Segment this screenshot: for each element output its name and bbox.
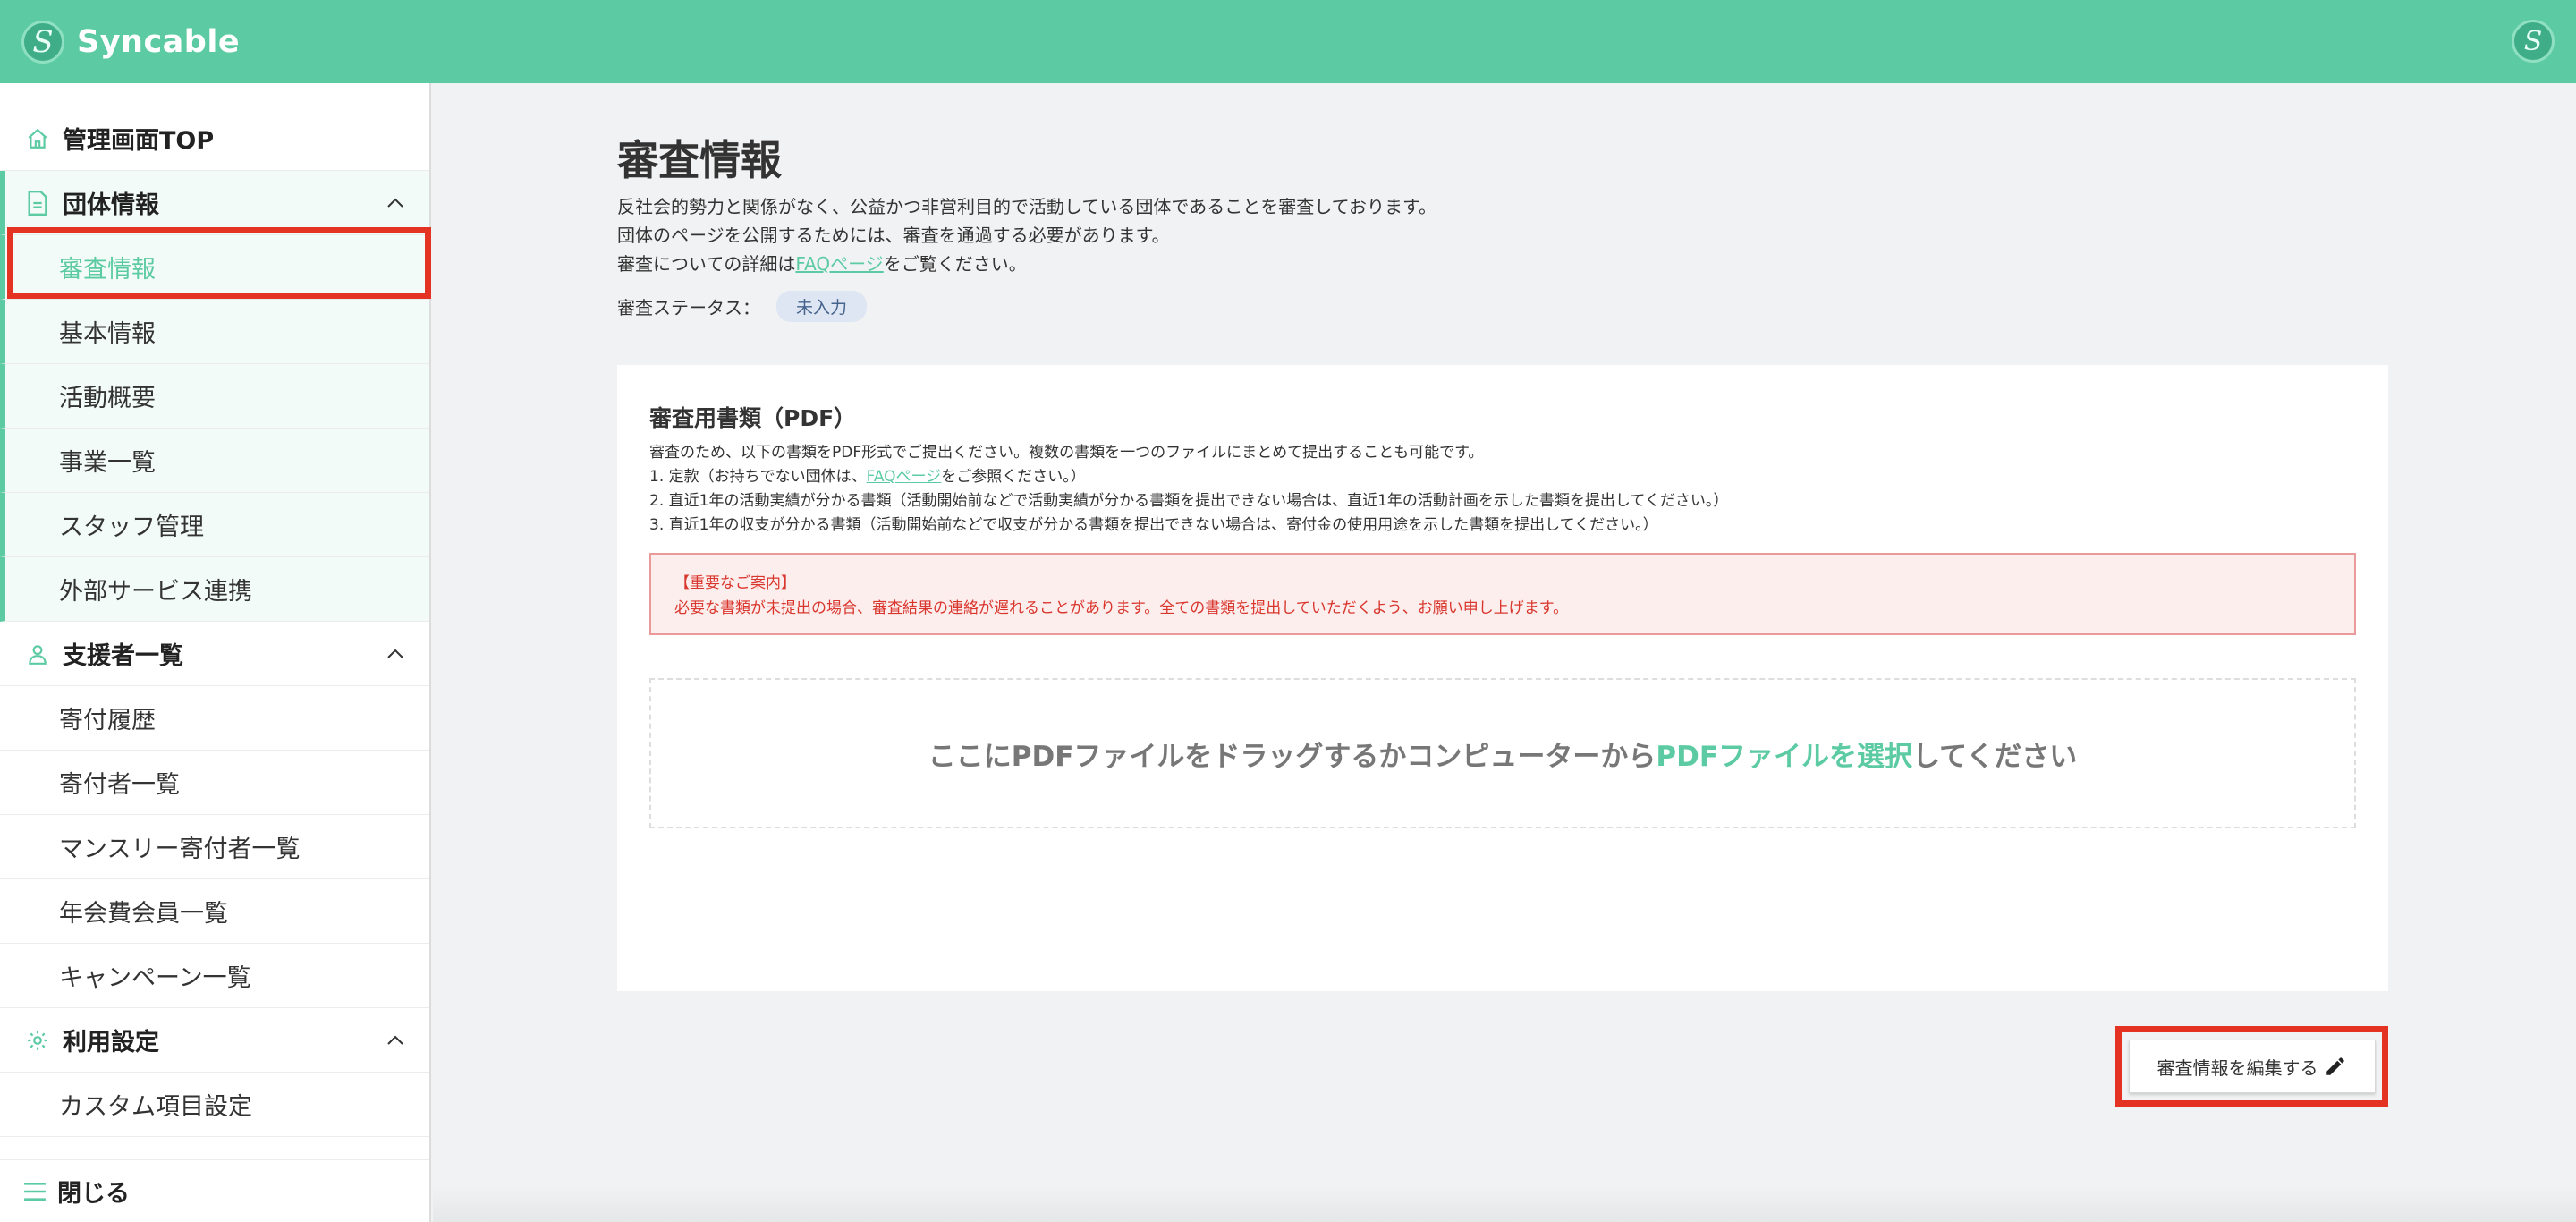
edit-review-button[interactable]: 審査情報を編集する <box>2128 1040 2376 1093</box>
main-content: 審査情報 反社会的勢力と関係がなく、公益かつ非営利目的で活動している団体であるこ… <box>433 83 2576 1222</box>
faq-link[interactable]: FAQページ <box>867 468 942 486</box>
document-icon <box>23 189 52 217</box>
user-avatar[interactable]: S <box>2512 20 2555 63</box>
important-notice: 【重要なご案内】 必要な書類が未提出の場合、審査結果の連絡が遅れることがあります… <box>649 553 2356 635</box>
sidebar-item-projects[interactable]: 事業一覧 <box>0 429 429 493</box>
intro-text: 反社会的勢力と関係がなく、公益かつ非営利目的で活動している団体であることを審査し… <box>617 196 1436 275</box>
menu-icon <box>23 1182 47 1201</box>
chevron-up-icon[interactable] <box>385 192 406 214</box>
review-status: 審査ステータス： 未入力 <box>617 291 868 322</box>
page-title: 審査情報 <box>617 136 782 184</box>
gear-icon <box>23 1026 52 1055</box>
bottom-shade <box>433 1186 2576 1222</box>
sidebar-item-donation-history[interactable]: 寄付履歴 <box>0 686 429 751</box>
documents-card: 審査用書類（PDF） 審査のため、以下の書類をPDF形式でご提出ください。複数の… <box>617 365 2388 991</box>
person-icon <box>23 640 52 668</box>
sidebar-group-settings[interactable]: 利用設定 <box>0 1008 429 1073</box>
sidebar-spacer <box>0 83 429 106</box>
sidebar-item-external-services[interactable]: 外部サービス連携 <box>0 557 429 622</box>
card-title: 審査用書類（PDF） <box>649 405 857 431</box>
chevron-up-icon[interactable] <box>385 643 406 665</box>
app-header: S Syncable S <box>0 0 2576 83</box>
sidebar-group-label: 支援者一覧 <box>63 642 183 670</box>
sidebar-group-organization[interactable]: 団体情報 <box>0 171 429 235</box>
sidebar-item-review[interactable]: 審査情報 <box>0 235 429 300</box>
sidebar: 管理画面TOP 団体情報 審査情報 基本情報 活動概要 事業一覧 スタッフ管理 … <box>0 83 431 1222</box>
sidebar-item-members[interactable]: 年会費会員一覧 <box>0 879 429 944</box>
pencil-icon <box>2326 1057 2344 1075</box>
brand-name[interactable]: Syncable <box>77 24 240 60</box>
sidebar-close-button[interactable]: 閉じる <box>0 1159 429 1222</box>
faq-link[interactable]: FAQページ <box>795 253 883 275</box>
status-badge: 未入力 <box>776 291 868 322</box>
status-label: 審査ステータス： <box>617 297 760 318</box>
sidebar-item-activity[interactable]: 活動概要 <box>0 364 429 429</box>
sidebar-item-custom-fields[interactable]: カスタム項目設定 <box>0 1073 429 1137</box>
sidebar-item-monthly-donors[interactable]: マンスリー寄付者一覧 <box>0 815 429 879</box>
sidebar-item-donors[interactable]: 寄付者一覧 <box>0 751 429 815</box>
sidebar-group-supporters[interactable]: 支援者一覧 <box>0 622 429 686</box>
sidebar-item-label: 管理画面TOP <box>63 127 215 155</box>
home-icon <box>23 124 52 153</box>
chevron-up-icon[interactable] <box>385 1030 406 1051</box>
document-requirements: 審査のため、以下の書類をPDF形式でご提出ください。複数の書類を一つのファイルに… <box>649 444 1729 534</box>
sidebar-item-top[interactable]: 管理画面TOP <box>0 106 429 171</box>
sidebar-item-staff[interactable]: スタッフ管理 <box>0 493 429 557</box>
sidebar-group-label: 利用設定 <box>63 1029 159 1057</box>
logo-icon[interactable]: S <box>21 20 64 64</box>
sidebar-group-label: 団体情報 <box>63 191 159 219</box>
annotation-highlight-edit: 審査情報を編集する <box>2115 1026 2388 1107</box>
sidebar-item-basic-info[interactable]: 基本情報 <box>0 300 429 364</box>
pdf-dropzone[interactable]: ここにPDFファイルをドラッグするかコンピューターから PDFファイルを選択 してく… <box>649 678 2356 828</box>
sidebar-item-campaigns[interactable]: キャンペーン一覧 <box>0 944 429 1008</box>
select-pdf-link[interactable]: PDFファイルを選択 <box>1656 734 1912 774</box>
